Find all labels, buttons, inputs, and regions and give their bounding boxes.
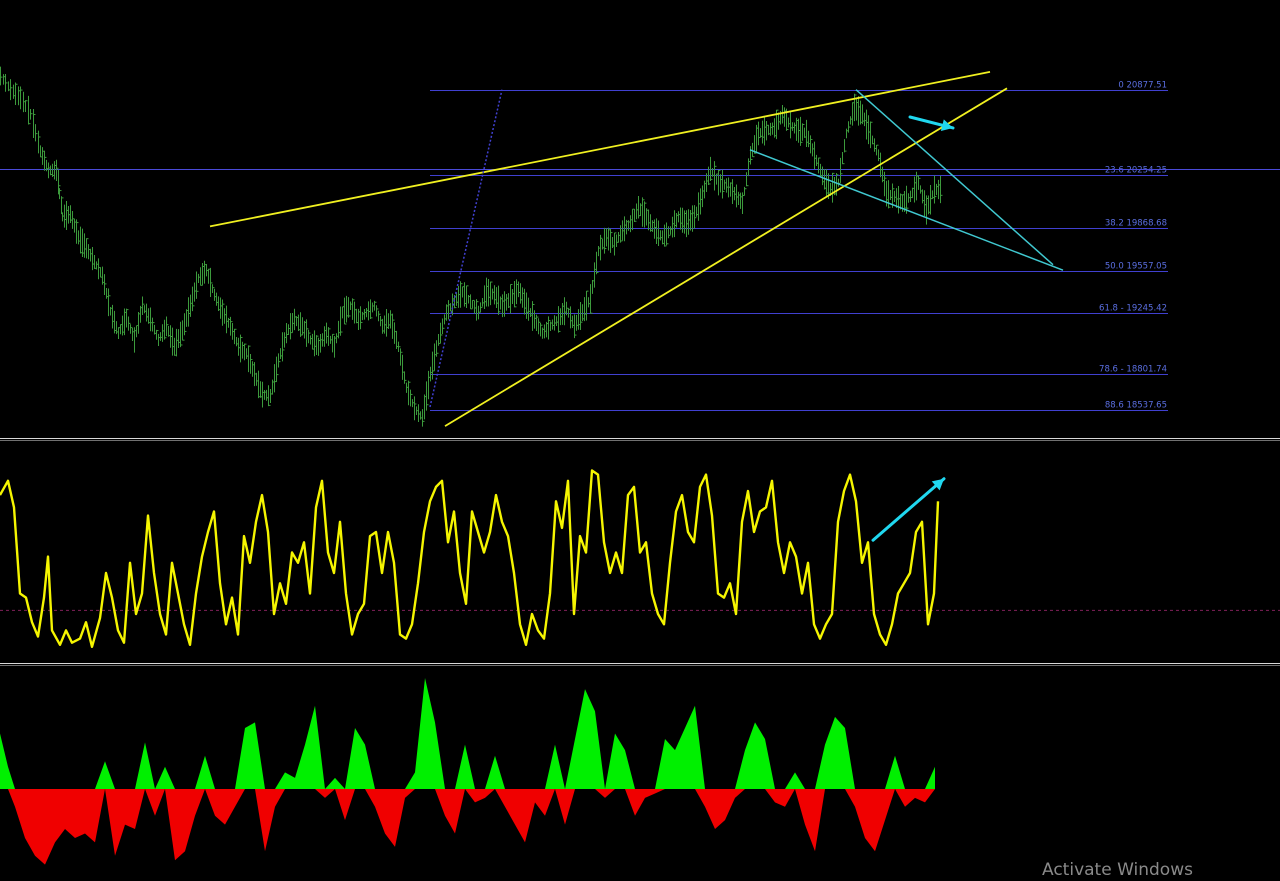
fib-label-6: 88.6 18537.65 [1105, 401, 1167, 411]
fib-label-0: 0 20877.51 [1118, 81, 1167, 91]
fib-label-5: 78.6 - 18801.74 [1099, 365, 1167, 375]
fib-label-1: 23.6 20254.25 [1105, 166, 1167, 176]
fib-label-2: 38.2 19868.68 [1105, 219, 1167, 229]
fib-label-3: 50.0 19557.05 [1105, 262, 1167, 272]
fib-label-4: 61.8 - 19245.42 [1099, 304, 1167, 314]
chart-canvas: 0 20877.51 23.6 20254.25 38.2 19868.68 50.0… [0, 0, 1280, 881]
activate-windows-watermark: Activate Windows [1042, 860, 1193, 880]
